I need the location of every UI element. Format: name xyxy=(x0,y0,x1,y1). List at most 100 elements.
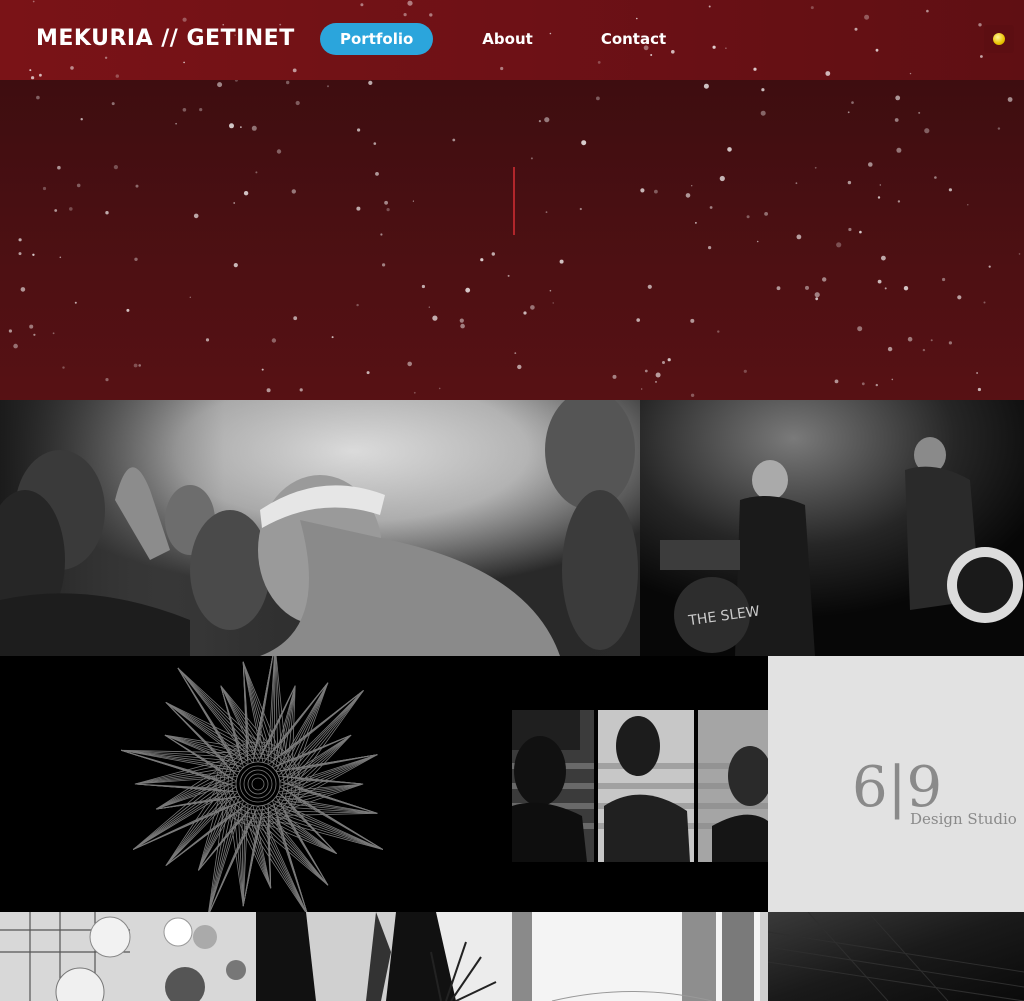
star-dot xyxy=(20,287,26,292)
star-dot xyxy=(182,17,187,22)
nav-portfolio[interactable]: Portfolio xyxy=(320,23,434,55)
star-dot xyxy=(822,277,827,282)
star-dot xyxy=(113,165,118,170)
star-dot xyxy=(552,302,554,304)
star-dot xyxy=(403,13,407,17)
portfolio-grid: THE SLEW 6|9 Design Studio xyxy=(0,400,1024,1001)
spiral-core-ring xyxy=(235,761,281,807)
star-dot xyxy=(115,74,120,78)
star-dot xyxy=(854,27,858,31)
star-dot xyxy=(183,61,185,64)
star-dot xyxy=(356,303,359,307)
star-dot xyxy=(897,200,901,203)
star-dot xyxy=(382,263,386,267)
star-dot xyxy=(360,3,364,7)
star-dot xyxy=(13,343,18,349)
star-dot xyxy=(480,258,484,262)
star-dot xyxy=(30,76,35,80)
star-dot xyxy=(33,333,36,336)
star-dot xyxy=(327,85,329,88)
star-dot xyxy=(703,83,709,89)
plant-photo[interactable] xyxy=(256,912,512,1001)
star-dot xyxy=(271,338,277,343)
site-brand[interactable]: MEKURIA // GETINET xyxy=(36,26,295,51)
star-dot xyxy=(1018,253,1021,255)
star-dot xyxy=(438,387,441,390)
theme-toggle-button[interactable] xyxy=(984,25,1014,53)
star-dot xyxy=(922,348,926,352)
flag-portraits-photo[interactable] xyxy=(512,656,768,912)
star-dot xyxy=(825,71,831,76)
star-dot xyxy=(375,172,379,176)
star-dot xyxy=(756,240,759,243)
star-dot xyxy=(452,138,456,142)
spiral-spike-line xyxy=(120,749,231,779)
star-dot xyxy=(976,372,978,374)
star-dot xyxy=(421,284,425,289)
star-dot xyxy=(135,184,139,188)
star-dot xyxy=(538,120,542,123)
star-dot xyxy=(1007,97,1013,102)
abstract-stripes-photo[interactable] xyxy=(512,912,768,1001)
star-dot xyxy=(924,128,930,134)
star-dot xyxy=(907,336,913,342)
star-dot xyxy=(517,364,522,370)
star-dot xyxy=(32,253,35,256)
architecture-image xyxy=(0,912,256,1001)
star-dot xyxy=(644,369,648,373)
star-dot xyxy=(286,80,290,85)
star-dot xyxy=(894,118,899,122)
spiral-line-art[interactable] xyxy=(0,656,512,912)
star-dot xyxy=(864,14,870,20)
star-dot xyxy=(255,171,258,174)
star-dot xyxy=(641,388,643,390)
star-dot xyxy=(276,149,282,154)
star-dot xyxy=(667,358,671,362)
architecture-photo[interactable] xyxy=(0,912,256,1001)
star-dot xyxy=(942,277,946,282)
star-dot xyxy=(948,341,953,345)
star-dot xyxy=(662,361,665,364)
star-dot xyxy=(384,200,388,205)
nav-about[interactable]: About xyxy=(462,23,553,55)
nav-contact[interactable]: Contact xyxy=(581,23,686,55)
dark-texture-image xyxy=(768,912,1024,1001)
star-dot xyxy=(848,227,852,232)
band-photo-image: THE SLEW xyxy=(640,400,1024,656)
star-dot xyxy=(636,318,640,322)
star-dot xyxy=(217,82,223,88)
star-dot xyxy=(182,108,187,112)
dark-texture-photo[interactable] xyxy=(768,912,1024,1001)
star-dot xyxy=(559,259,564,264)
star-dot xyxy=(655,381,657,383)
sun-icon xyxy=(993,33,1005,45)
star-dot xyxy=(234,80,238,82)
star-dot xyxy=(229,123,234,129)
star-dot xyxy=(432,315,438,321)
star-dot xyxy=(805,285,809,290)
star-dot xyxy=(891,378,894,381)
star-dot xyxy=(368,80,373,85)
star-dot xyxy=(126,308,130,312)
logo-text: Design Studio xyxy=(910,810,1017,828)
star-dot xyxy=(895,95,901,101)
star-dot xyxy=(233,263,238,268)
spiral-core-ring xyxy=(219,745,297,823)
star-dot xyxy=(292,68,297,73)
star-dot xyxy=(295,100,300,106)
star-dot xyxy=(980,55,983,58)
star-dot xyxy=(74,301,77,304)
star-dot xyxy=(54,209,58,212)
star-dot xyxy=(717,330,720,333)
spiral-core-ring xyxy=(247,773,269,795)
star-dot xyxy=(814,166,817,169)
band-stage-photo[interactable]: THE SLEW xyxy=(640,400,1024,656)
crowd-concert-photo[interactable] xyxy=(0,400,640,656)
star-dot xyxy=(957,295,962,300)
star-dot xyxy=(514,352,517,354)
star-dot xyxy=(597,61,601,64)
star-dot xyxy=(836,242,842,248)
star-dot xyxy=(105,378,109,382)
design-studio-logo[interactable]: 6|9 Design Studio xyxy=(768,656,1024,912)
star-dot xyxy=(847,111,850,114)
